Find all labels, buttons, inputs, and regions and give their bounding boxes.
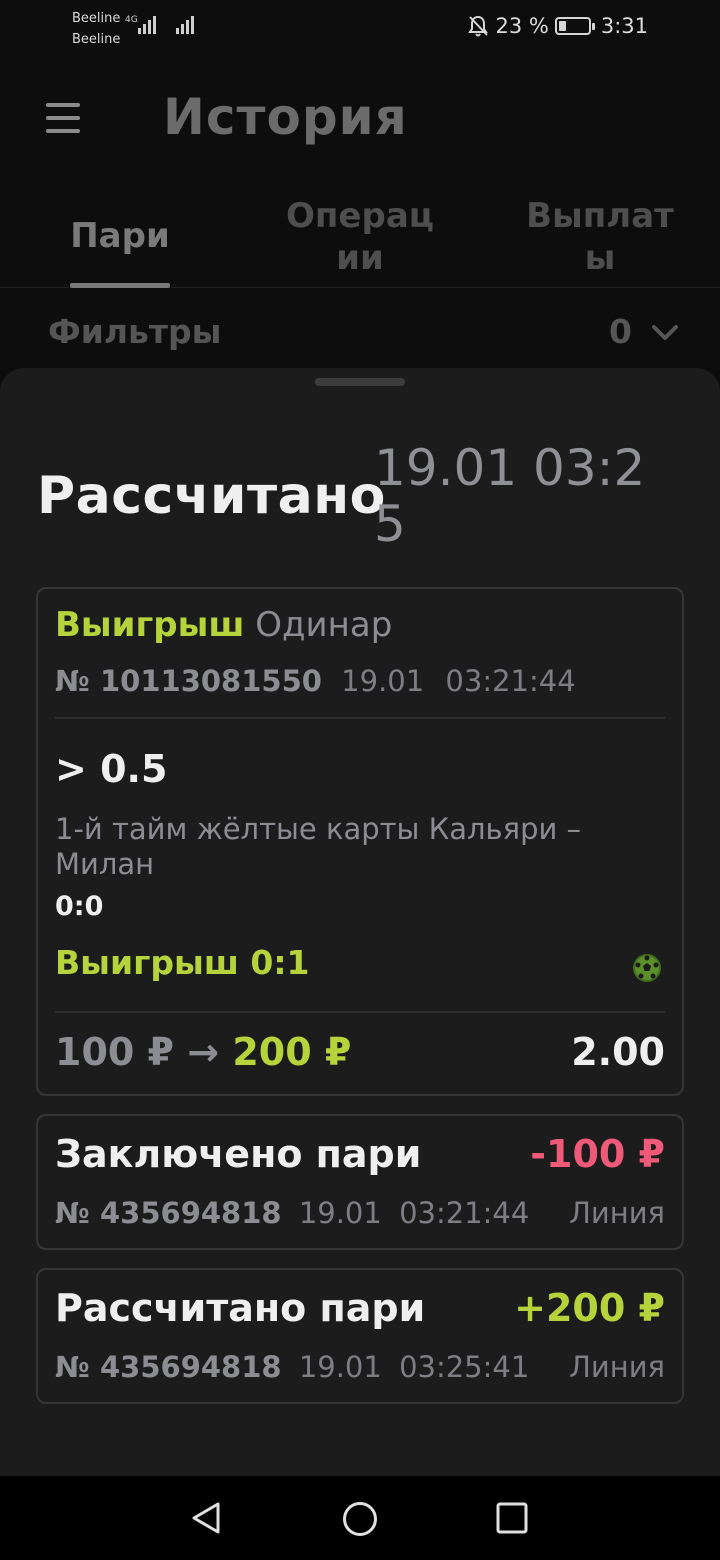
bet-header: Выигрыш Одинар bbox=[55, 605, 392, 645]
sheet-title: Рассчитано bbox=[37, 466, 386, 526]
sheet-drag-handle[interactable] bbox=[315, 378, 405, 386]
battery-icon bbox=[554, 17, 595, 35]
bet-amounts: 100 ₽ → 200 ₽ bbox=[55, 1030, 351, 1074]
arrow-right-icon: → bbox=[187, 1030, 220, 1074]
status-bar: Beeline Beeline 4G 23 % 3:31 bbox=[0, 0, 720, 56]
bet-number: № 10113081550 bbox=[55, 664, 322, 698]
chevron-down-icon[interactable] bbox=[650, 318, 680, 348]
active-tab-indicator bbox=[70, 283, 170, 288]
operation-time: 03:21:44 bbox=[399, 1196, 530, 1230]
operation-source: Линия bbox=[569, 1350, 665, 1384]
soccer-ball-icon bbox=[633, 954, 661, 982]
tab-operations[interactable]: Операц ии bbox=[282, 195, 438, 279]
filters-bar[interactable]: Фильтры 0 bbox=[0, 300, 720, 366]
operation-date: 19.01 bbox=[298, 1196, 382, 1230]
system-nav-bar bbox=[0, 1476, 720, 1560]
operation-card: Рассчитано пари +200 ₽ № 435694818 19.01… bbox=[36, 1268, 684, 1404]
back-icon[interactable] bbox=[188, 1500, 224, 1536]
divider bbox=[55, 1011, 665, 1013]
carrier-2: Beeline bbox=[72, 32, 121, 47]
bet-coefficient: 2.00 bbox=[571, 1030, 665, 1074]
app-bar: История bbox=[0, 70, 720, 170]
signal-icon bbox=[138, 16, 156, 34]
operation-card: Заключено пари -100 ₽ № 435694818 19.01 … bbox=[36, 1114, 684, 1250]
operation-time: 03:25:41 bbox=[399, 1350, 530, 1384]
filters-label: Фильтры bbox=[48, 312, 222, 351]
bet-stake: 100 ₽ bbox=[55, 1030, 174, 1074]
operation-date: 19.01 bbox=[298, 1350, 382, 1384]
tab-bar: Пари Операц ии Выплат ы bbox=[0, 190, 720, 288]
recents-icon[interactable] bbox=[495, 1501, 529, 1535]
bet-status: Выигрыш bbox=[55, 605, 245, 645]
operation-number: № 435694818 bbox=[55, 1196, 282, 1230]
page-title: История bbox=[163, 88, 408, 146]
bet-time: 03:21:44 bbox=[445, 664, 576, 698]
clock: 3:31 bbox=[600, 14, 648, 38]
mute-bell-icon bbox=[468, 15, 489, 37]
bet-date: 19.01 bbox=[341, 664, 425, 698]
signal-icon bbox=[176, 16, 194, 34]
operation-meta: № 435694818 19.01 03:21:44 bbox=[55, 1196, 529, 1230]
status-right-group: 23 % 3:31 bbox=[467, 14, 648, 38]
divider bbox=[55, 717, 665, 719]
home-icon[interactable] bbox=[341, 1500, 379, 1538]
bet-type: Одинар bbox=[255, 605, 393, 645]
operation-title: Рассчитано пари bbox=[55, 1286, 426, 1330]
tab-bets[interactable]: Пари bbox=[60, 215, 180, 257]
filters-count: 0 bbox=[609, 312, 632, 351]
bet-outcome: > 0.5 bbox=[55, 747, 168, 791]
network-type: 4G bbox=[125, 15, 138, 25]
operation-number: № 435694818 bbox=[55, 1350, 282, 1384]
bet-payout: 200 ₽ bbox=[232, 1030, 352, 1074]
operation-source: Линия bbox=[569, 1196, 665, 1230]
operation-meta: № 435694818 19.01 03:25:41 bbox=[55, 1350, 529, 1384]
carrier-names: Beeline Beeline bbox=[72, 8, 120, 50]
operation-amount: -100 ₽ bbox=[530, 1132, 665, 1176]
hamburger-icon[interactable] bbox=[46, 103, 80, 133]
battery-percent: 23 % bbox=[495, 14, 549, 38]
operation-title: Заключено пари bbox=[55, 1132, 422, 1176]
bet-score: 0:0 bbox=[55, 891, 104, 922]
bet-details-sheet: Рассчитано 19.01 03:25 Выигрыш Одинар № … bbox=[0, 368, 720, 1476]
bet-event: 1-й тайм жёлтые карты Кальяри – Милан bbox=[55, 812, 582, 881]
operation-amount: +200 ₽ bbox=[514, 1286, 665, 1330]
bet-result: Выигрыш 0:1 bbox=[55, 943, 310, 982]
bet-card: Выигрыш Одинар № 10113081550 19.01 03:21… bbox=[36, 587, 684, 1096]
bet-meta: № 10113081550 19.01 03:21:44 bbox=[55, 664, 576, 698]
tab-payouts[interactable]: Выплат ы bbox=[522, 195, 678, 279]
carrier-1: Beeline bbox=[72, 11, 121, 26]
sheet-date: 19.01 03:25 bbox=[374, 439, 646, 553]
